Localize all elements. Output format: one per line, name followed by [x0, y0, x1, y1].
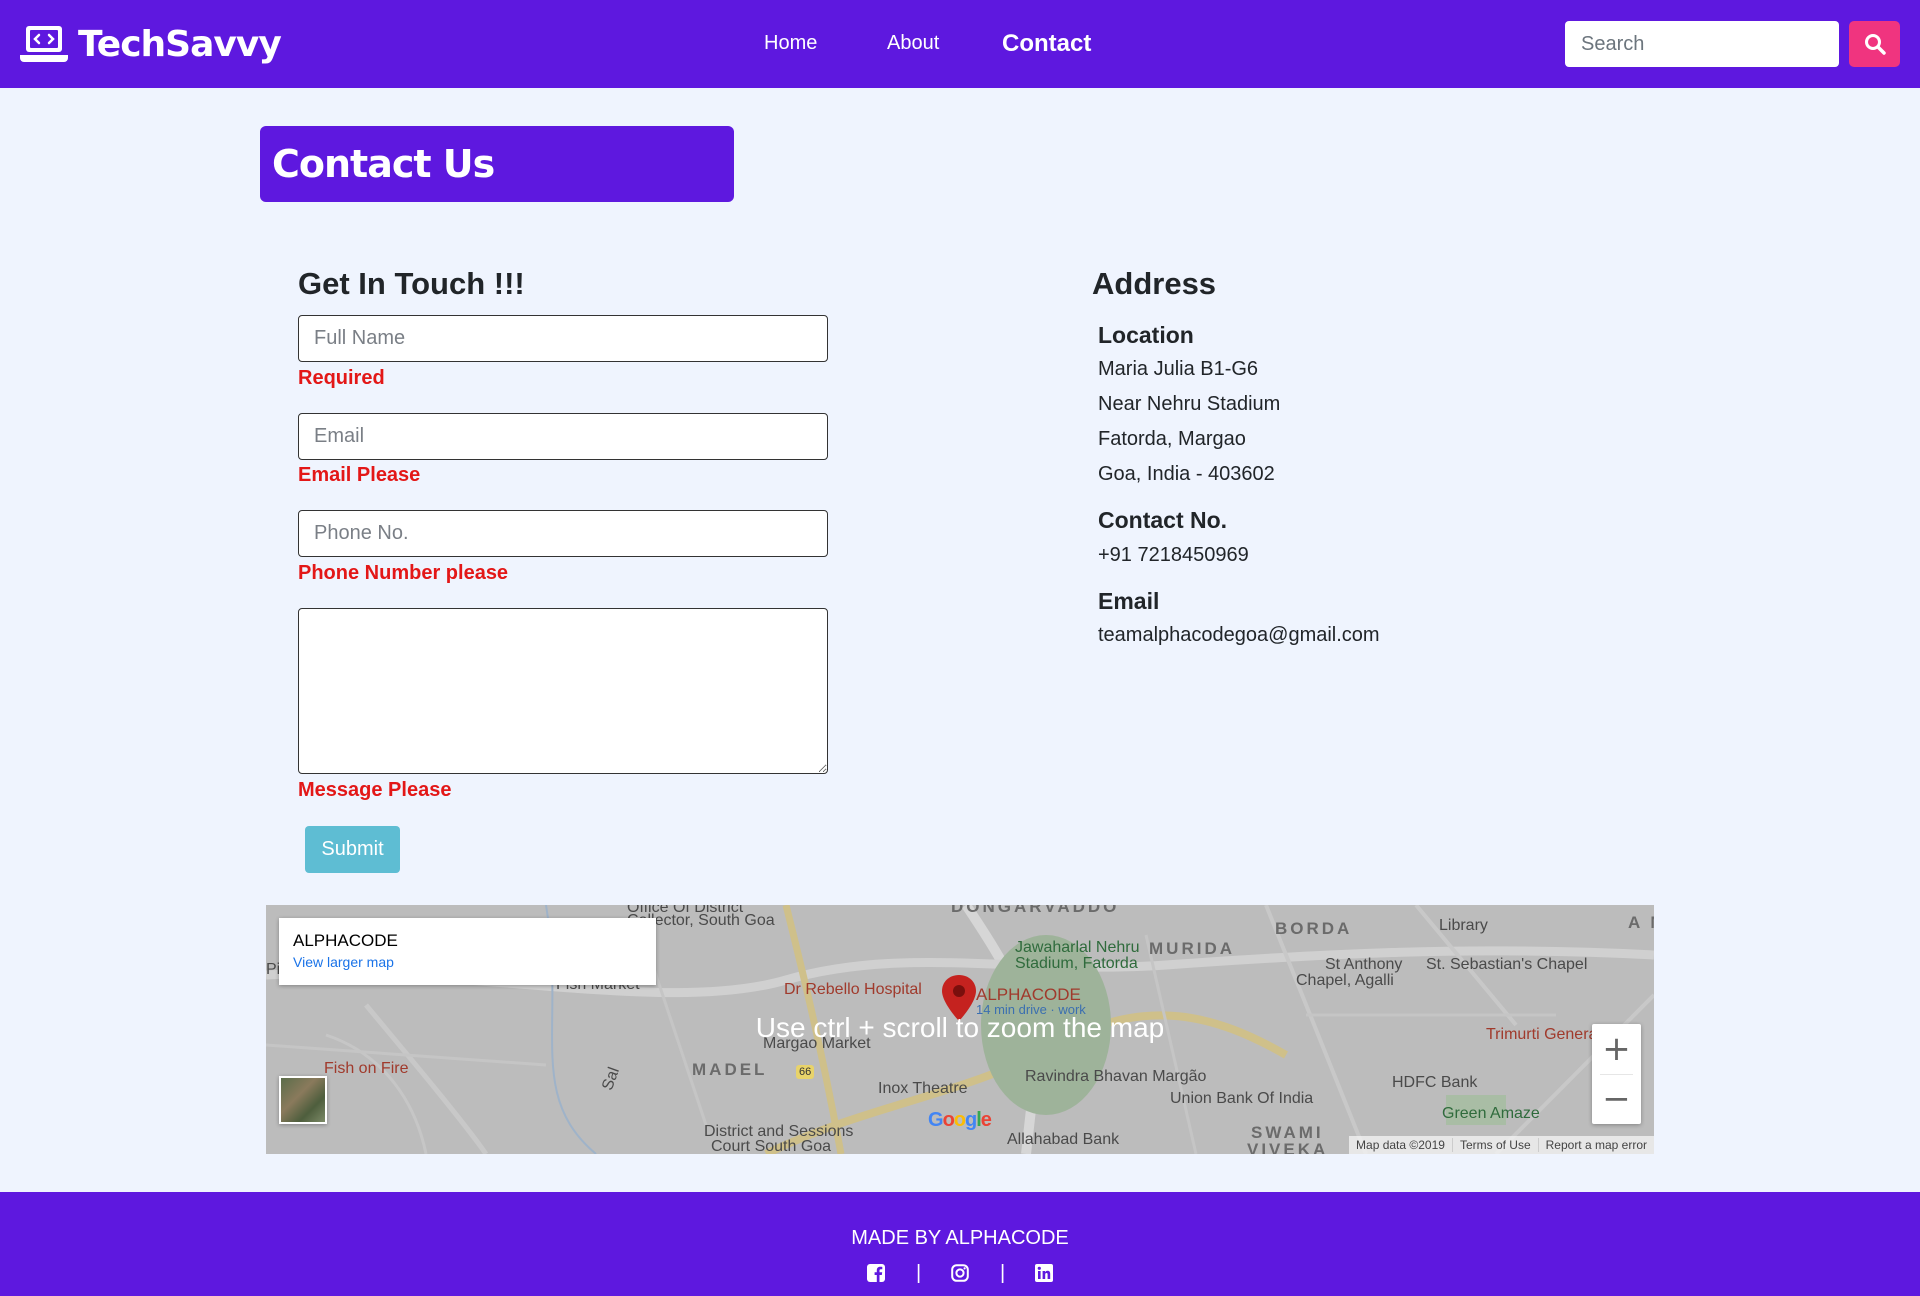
- location-line: Goa, India - 403602: [1098, 463, 1275, 485]
- map-area-label: BORDA: [1275, 919, 1353, 938]
- map-place-label: St. Sebastian's Chapel: [1426, 956, 1588, 973]
- google-letter: o: [942, 1109, 955, 1131]
- nav-about-link[interactable]: About: [887, 32, 939, 55]
- zoom-out-button[interactable]: −: [1592, 1074, 1641, 1124]
- footer-separator: |: [1000, 1262, 1006, 1284]
- message-textarea[interactable]: [298, 608, 828, 774]
- map-place-label: Court South Goa: [711, 1138, 832, 1154]
- page-title: Contact Us: [272, 142, 495, 186]
- search-icon: [1864, 34, 1886, 55]
- email-input[interactable]: [298, 413, 828, 460]
- location-line: Near Nehru Stadium: [1098, 393, 1281, 415]
- map-place-label: HDFC Bank: [1392, 1074, 1478, 1091]
- map-place-label: Library: [1439, 917, 1488, 934]
- search-input[interactable]: [1565, 21, 1839, 67]
- map-area-label: MURIDA: [1149, 939, 1235, 958]
- location-line: Fatorda, Margao: [1098, 428, 1246, 450]
- brand-name: TechSavvy: [78, 23, 282, 65]
- phone-error: Phone Number please: [298, 562, 509, 584]
- map-area-label: DONGARVADDO: [951, 905, 1120, 916]
- message-error: Message Please: [298, 779, 452, 801]
- map-data-text: Map data ©2019: [1356, 1138, 1445, 1152]
- google-logo: Google: [928, 1109, 992, 1132]
- footer-separator: |: [916, 1262, 922, 1284]
- search-button[interactable]: [1849, 21, 1900, 67]
- map-place-label: Chapel, Agalli: [1296, 972, 1394, 989]
- map-area-label: MADEL: [692, 1060, 768, 1079]
- zoom-in-button[interactable]: +: [1592, 1024, 1641, 1074]
- linkedin-icon[interactable]: [1035, 1264, 1053, 1282]
- map-place-label: Fish on Fire: [324, 1060, 409, 1077]
- map-zoom-hint: Use ctrl + scroll to zoom the map: [755, 1012, 1165, 1043]
- full-name-error: Required: [298, 367, 385, 389]
- facebook-icon[interactable]: [867, 1264, 885, 1282]
- map-place-label: Union Bank Of India: [1170, 1090, 1314, 1107]
- email-label: Email: [1098, 588, 1160, 614]
- contact-label: Contact No.: [1098, 507, 1228, 533]
- map-info-card: ALPHACODE View larger map: [279, 918, 656, 985]
- form-heading: Get In Touch !!!: [298, 266, 525, 301]
- embedded-map[interactable]: Office Of District Collector, South Goa …: [266, 905, 1654, 1154]
- map-area-label: A M: [1628, 913, 1654, 932]
- page-title-banner: Contact Us: [260, 126, 734, 202]
- nav-home-link[interactable]: Home: [764, 32, 817, 55]
- map-place-label: Stadium, Fatorda: [1015, 955, 1138, 972]
- laptop-code-icon: [20, 26, 68, 62]
- satellite-toggle[interactable]: [279, 1076, 327, 1124]
- map-attribution: Map data ©2019 Terms of Use Report a map…: [1349, 1136, 1654, 1154]
- map-zoom-control: + −: [1592, 1024, 1641, 1124]
- map-place-label: Dr Rebello Hospital: [784, 981, 922, 998]
- brand[interactable]: TechSavvy: [20, 22, 282, 66]
- map-place-label: Ravindra Bhavan Margão: [1025, 1068, 1207, 1085]
- map-area-label: VIVEKA: [1247, 1140, 1329, 1154]
- phone-input[interactable]: [298, 510, 828, 557]
- instagram-icon[interactable]: [951, 1264, 969, 1282]
- map-place-label: Allahabad Bank: [1007, 1131, 1120, 1148]
- contact-value: +91 7218450969: [1098, 544, 1249, 566]
- google-letter: e: [980, 1109, 992, 1131]
- submit-button[interactable]: Submit: [305, 826, 400, 873]
- email-error: Email Please: [298, 464, 421, 486]
- footer-credit: MADE BY ALPHACODE: [851, 1227, 1069, 1249]
- report-map-error-link[interactable]: Report a map error: [1537, 1138, 1654, 1152]
- map-place-label: Inox Theatre: [878, 1080, 968, 1097]
- email-value: teamalphacodegoa@gmail.com: [1098, 624, 1380, 646]
- address-heading: Address: [1092, 266, 1217, 301]
- location-line: Maria Julia B1-G6: [1098, 358, 1259, 380]
- google-letter: g: [965, 1109, 977, 1131]
- zoom-divider: [1600, 1074, 1633, 1075]
- nav-contact-link[interactable]: Contact: [1002, 30, 1091, 58]
- view-larger-map-link[interactable]: View larger map: [293, 954, 642, 970]
- terms-of-use-link[interactable]: Terms of Use: [1451, 1138, 1538, 1152]
- footer: MADE BY ALPHACODE | |: [0, 1192, 1920, 1296]
- full-name-input[interactable]: [298, 315, 828, 362]
- road-shield: 66: [796, 1065, 815, 1079]
- map-place-name: ALPHACODE: [293, 931, 398, 950]
- map-place-label: Green Amaze: [1442, 1105, 1540, 1122]
- google-letter: o: [953, 1109, 966, 1131]
- location-label: Location: [1098, 322, 1194, 348]
- navbar: TechSavvy Home About Contact: [0, 0, 1920, 88]
- google-letter: G: [928, 1109, 944, 1131]
